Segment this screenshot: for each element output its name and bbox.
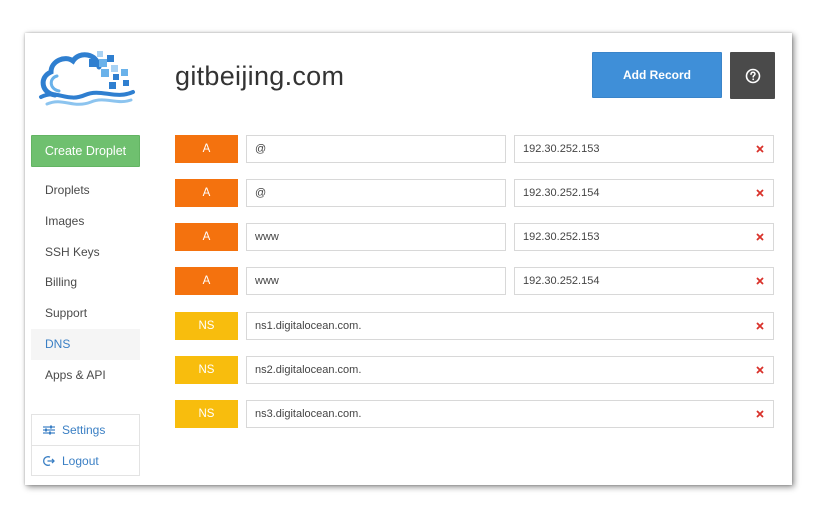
record-type-badge[interactable]: NS xyxy=(175,400,238,428)
sidebar-item-support[interactable]: Support xyxy=(31,298,140,329)
record-name-text: ns2.digitalocean.com. xyxy=(255,364,362,376)
close-icon[interactable] xyxy=(755,276,765,286)
record-type-badge[interactable]: A xyxy=(175,135,238,163)
record-name-field[interactable]: @ xyxy=(246,179,506,207)
close-icon[interactable] xyxy=(755,144,765,154)
settings-label: Settings xyxy=(62,423,106,437)
record-value-text: 192.30.252.154 xyxy=(523,187,600,199)
record-value-field[interactable]: 192.30.252.153 xyxy=(514,223,774,251)
record-type-badge[interactable]: A xyxy=(175,223,238,251)
sidebar-item-images[interactable]: Images xyxy=(31,206,140,237)
record-value-text: 192.30.252.153 xyxy=(523,143,600,155)
record-name-field[interactable]: ns3.digitalocean.com. xyxy=(246,400,774,428)
close-icon[interactable] xyxy=(755,409,765,419)
sidebar-item-billing[interactable]: Billing xyxy=(31,267,140,298)
sidebar-item-label: DNS xyxy=(45,336,71,351)
sidebar-item-label: Images xyxy=(45,213,85,228)
record-value-field[interactable]: 192.30.252.153 xyxy=(514,135,774,163)
question-circle-icon xyxy=(745,68,760,83)
logout-icon xyxy=(43,456,55,466)
help-button[interactable] xyxy=(730,52,775,99)
record-value-text: 192.30.252.154 xyxy=(523,275,600,287)
sidebar-item-apps-api[interactable]: Apps & API xyxy=(31,360,140,391)
dns-record-row: A @ 192.30.252.154 xyxy=(175,179,775,208)
dns-record-row: A @ 192.30.252.153 xyxy=(175,135,775,164)
add-record-label: Add Record xyxy=(622,68,691,82)
dns-record-row: A www 192.30.252.153 xyxy=(175,223,775,252)
record-type-badge[interactable]: NS xyxy=(175,356,238,384)
settings-link[interactable]: Settings xyxy=(32,415,139,445)
app-window: gitbeijing.com Add Record Create Droplet… xyxy=(25,33,792,485)
record-value-field[interactable]: 192.30.252.154 xyxy=(514,267,774,295)
sidebar-item-label: Billing xyxy=(45,275,78,290)
record-type-badge[interactable]: NS xyxy=(175,312,238,340)
add-record-button[interactable]: Add Record xyxy=(592,52,722,98)
sidebar-item-ssh-keys[interactable]: SSH Keys xyxy=(31,237,140,268)
record-name-field[interactable]: ns2.digitalocean.com. xyxy=(246,356,774,384)
record-name-field[interactable]: www xyxy=(246,223,506,251)
logout-link[interactable]: Logout xyxy=(32,445,139,476)
create-droplet-label: Create Droplet xyxy=(44,144,127,158)
close-icon[interactable] xyxy=(755,365,765,375)
dns-record-row: NS ns3.digitalocean.com. xyxy=(175,400,775,429)
record-name-field[interactable]: @ xyxy=(246,135,506,163)
account-menu: Settings Logout xyxy=(31,414,140,476)
sidebar-item-label: Apps & API xyxy=(45,367,106,382)
dns-record-row: A www 192.30.252.154 xyxy=(175,267,775,296)
record-type-badge[interactable]: A xyxy=(175,179,238,207)
sidebar-item-label: Support xyxy=(45,306,88,321)
sidebar-item-label: Droplets xyxy=(45,183,90,197)
close-icon[interactable] xyxy=(755,188,765,198)
record-name-text: @ xyxy=(255,187,267,199)
record-value-text: 192.30.252.153 xyxy=(523,231,600,243)
sliders-icon xyxy=(43,425,55,435)
record-value-field[interactable]: 192.30.252.154 xyxy=(514,179,774,207)
close-icon[interactable] xyxy=(755,321,765,331)
dns-record-row: NS ns1.digitalocean.com. xyxy=(175,312,775,341)
logout-label: Logout xyxy=(62,454,99,468)
record-name-text: ns1.digitalocean.com. xyxy=(255,320,362,332)
sidebar-item-droplets[interactable]: Droplets xyxy=(31,175,140,206)
create-droplet-button[interactable]: Create Droplet xyxy=(31,135,140,167)
record-name-text: www xyxy=(255,231,279,243)
close-icon[interactable] xyxy=(755,232,765,242)
sidebar-item-dns[interactable]: DNS xyxy=(31,328,140,360)
sidebar-item-label: SSH Keys xyxy=(45,244,100,259)
record-type-badge[interactable]: A xyxy=(175,267,238,295)
record-name-text: @ xyxy=(255,143,267,155)
record-name-text: www xyxy=(255,275,279,287)
record-name-text: ns3.digitalocean.com. xyxy=(255,408,362,420)
record-name-field[interactable]: ns1.digitalocean.com. xyxy=(246,312,774,340)
sidebar-nav: Droplets Images SSH Keys Billing Support… xyxy=(31,175,140,391)
dns-record-row: NS ns2.digitalocean.com. xyxy=(175,356,775,385)
digitalocean-logo xyxy=(39,51,135,106)
record-name-field[interactable]: www xyxy=(246,267,506,295)
page-title: gitbeijing.com xyxy=(175,61,345,91)
